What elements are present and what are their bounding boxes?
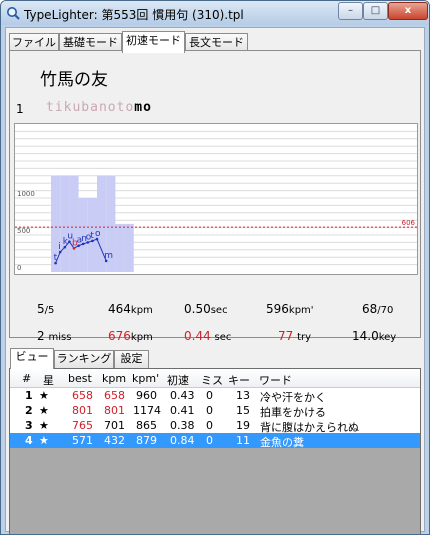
tab-view[interactable]: ビュー	[10, 348, 54, 369]
row-best: 765	[72, 419, 93, 432]
column-header-number[interactable]: #	[22, 372, 31, 385]
app-window: TypeLighter: 第553回 慣用句 (310).tpl – □ x フ…	[0, 0, 430, 535]
column-header-word[interactable]: ワード	[259, 372, 292, 388]
star-icon: ★	[39, 419, 49, 432]
romaji-remaining: mo	[134, 100, 152, 115]
y-tick-label: 1000	[17, 190, 35, 198]
column-header-kpm[interactable]: kpm	[102, 372, 126, 385]
row-number: 2	[25, 404, 33, 417]
tab-settings[interactable]: 設定	[114, 350, 149, 368]
chart-bar	[124, 223, 134, 272]
row-kpm-prime: 865	[136, 419, 157, 432]
row-number: 4	[25, 434, 33, 447]
y-tick-label: 0	[17, 264, 21, 272]
phrase-text: 竹馬の友	[40, 70, 108, 90]
row-kpm-prime: 960	[136, 389, 157, 402]
column-header-best[interactable]: best	[68, 372, 92, 385]
keystroke-label: i	[58, 242, 61, 252]
minimize-button[interactable]: –	[338, 2, 363, 20]
tab-initial-speed-mode[interactable]: 初速モード	[122, 31, 185, 53]
y-tick-label: 500	[17, 227, 30, 235]
stats-area: 5/5 464kpm 0.50sec 596kpm' 68/70 2 miss …	[10, 281, 422, 343]
word-list: # 星 best kpm kpm' 初速 ミス キー ワード 1 ★ 658 6…	[9, 368, 421, 534]
keystroke-label: t	[54, 253, 58, 263]
close-button[interactable]: x	[388, 2, 428, 20]
stat-keys-progress: 68/70	[362, 302, 394, 316]
row-initial-speed: 0.43	[170, 389, 195, 402]
row-key: 11	[236, 434, 250, 447]
tab-ranking[interactable]: ランキング	[54, 350, 114, 368]
column-header-kpm-prime[interactable]: kpm'	[132, 372, 159, 385]
row-word: 金魚の糞	[260, 436, 304, 449]
table-row[interactable]: 1 ★ 658 658 960 0.43 0 13 冷や汗をかく	[10, 388, 420, 404]
initial-speed-panel: 竹馬の友 1 tikubanotomo 0 500 1000 606 t i k u b a n o t…	[9, 50, 422, 343]
line-number: 1	[16, 102, 24, 116]
list-rows: 1 ★ 658 658 960 0.43 0 13 冷や汗をかく 2 ★ 801	[10, 388, 420, 449]
speed-chart: 0 500 1000 606 t i k u b a n o t o m	[14, 123, 418, 275]
column-header-star[interactable]: 星	[43, 372, 54, 388]
row-initial-speed: 0.84	[170, 434, 195, 447]
speed-chart-svg: 05001000606ti kuba no t om	[15, 130, 417, 272]
stat-count: 5/5	[37, 302, 55, 316]
column-header-initial-speed[interactable]: 初速	[167, 372, 189, 388]
row-kpm: 801	[104, 404, 125, 417]
keystroke-label: t	[90, 231, 94, 241]
row-key: 19	[236, 419, 250, 432]
stat-kpm: 464kpm	[108, 302, 153, 316]
row-miss: 0	[206, 419, 213, 432]
row-key: 13	[236, 389, 250, 402]
row-number: 3	[25, 419, 33, 432]
title-bar[interactable]: TypeLighter: 第553回 慣用句 (310).tpl – □ x	[1, 1, 429, 25]
row-number: 1	[25, 389, 33, 402]
client-area: ファイル 基礎モード 初速モード 長文モード 竹馬の友 1 tikubanoto…	[5, 27, 425, 534]
bottom-panel: ビュー ランキング 設定 # 星 best kpm kpm' 初速 ミス キー …	[9, 348, 421, 534]
stat-miss: 2 miss	[37, 329, 72, 343]
stat-best-sec: 0.44 sec	[184, 329, 232, 343]
maximize-button[interactable]: □	[363, 2, 388, 20]
stat-kpm-prime: 596kpm'	[266, 302, 314, 316]
romaji-typed: tikubanoto	[46, 100, 135, 115]
chart-bar	[69, 175, 79, 272]
stat-try: 77 try	[278, 329, 312, 343]
row-miss: 0	[206, 404, 213, 417]
star-icon: ★	[39, 434, 49, 447]
column-header-miss[interactable]: ミス	[201, 372, 223, 388]
row-kpm-prime: 879	[136, 434, 157, 447]
row-kpm: 701	[104, 419, 125, 432]
row-initial-speed: 0.41	[170, 404, 195, 417]
stat-best-kpm: 676kpm	[108, 329, 153, 343]
row-best: 658	[72, 389, 93, 402]
row-best: 571	[72, 434, 93, 447]
star-icon: ★	[39, 389, 49, 402]
row-kpm-prime: 1174	[133, 404, 161, 417]
chart-bar	[115, 223, 125, 272]
row-miss: 0	[206, 389, 213, 402]
reference-line-label: 606	[402, 219, 416, 227]
table-row[interactable]: 2 ★ 801 801 1174 0.41 0 15 拍車をかける	[10, 403, 420, 419]
row-initial-speed: 0.38	[170, 419, 195, 432]
row-key: 15	[236, 404, 250, 417]
row-kpm: 432	[104, 434, 125, 447]
window-title: TypeLighter: 第553回 慣用句 (310).tpl	[24, 8, 244, 22]
keystroke-label: m	[104, 251, 113, 261]
row-miss: 0	[206, 434, 213, 447]
stat-key-count: 14.0key	[352, 329, 397, 343]
magnifier-icon	[7, 7, 20, 20]
table-row-selected[interactable]: 4 ★ 571 432 879 0.84 0 11 金魚の糞	[10, 433, 420, 449]
stat-initial-sec: 0.50sec	[184, 302, 228, 316]
chart-bar	[60, 175, 70, 272]
table-row[interactable]: 3 ★ 765 701 865 0.38 0 19 背に腹はかえられぬ	[10, 418, 420, 434]
column-header-key[interactable]: キー	[228, 372, 250, 388]
list-header: # 星 best kpm kpm' 初速 ミス キー ワード	[10, 369, 420, 388]
row-kpm: 658	[104, 389, 125, 402]
keystroke-label: o	[95, 229, 101, 239]
row-best: 801	[72, 404, 93, 417]
star-icon: ★	[39, 404, 49, 417]
romaji-line: tikubanotomo	[46, 100, 152, 115]
